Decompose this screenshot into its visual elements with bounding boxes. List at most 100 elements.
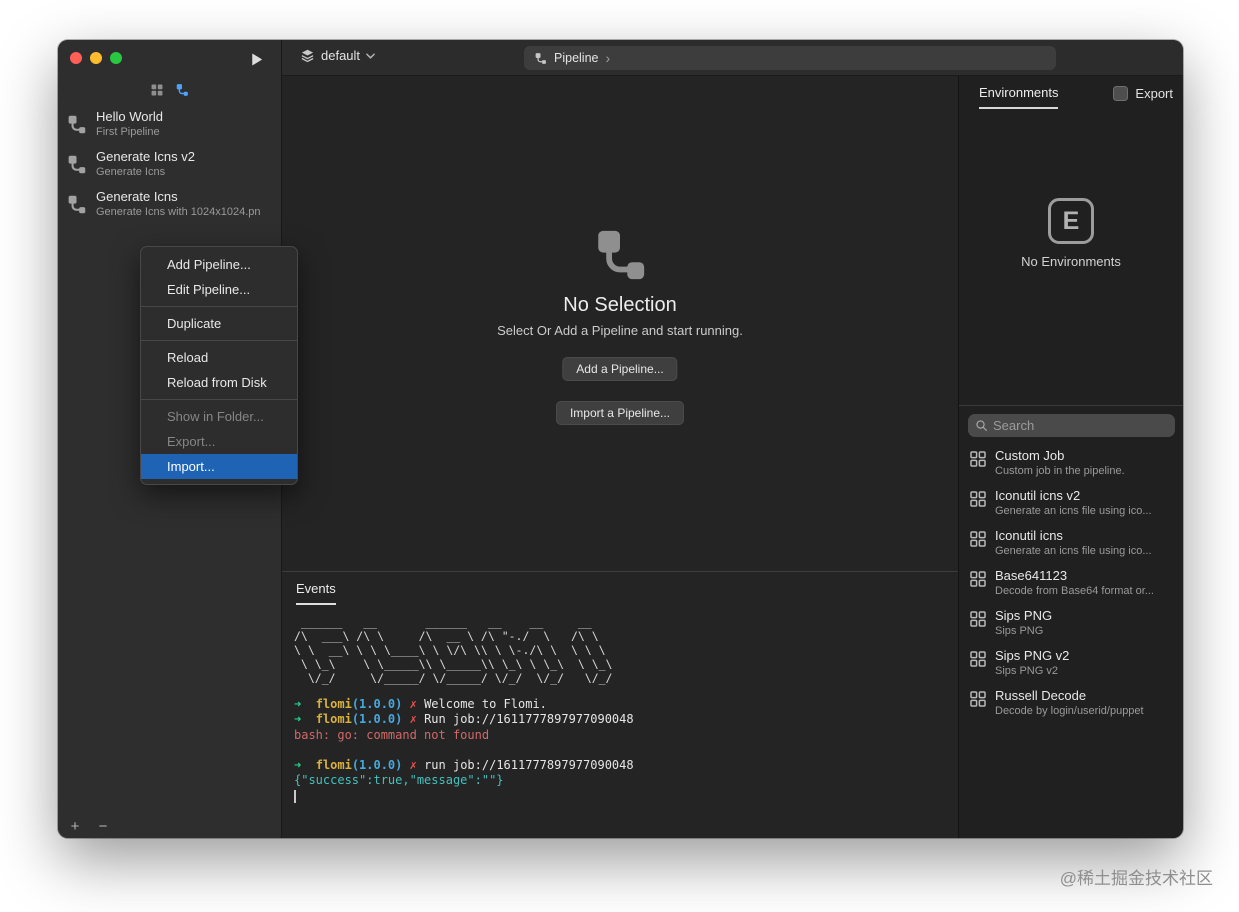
job-subtitle: Custom job in the pipeline.	[995, 465, 1125, 477]
context-menu-item[interactable]: Export...	[141, 429, 297, 454]
pipeline-view-icon[interactable]	[175, 83, 189, 97]
job-title: Iconutil icns v2	[995, 488, 1081, 503]
right-panel: Environments Export E No Environments Cu…	[958, 76, 1183, 838]
pipeline-list-item[interactable]: Hello World First Pipeline	[58, 104, 281, 144]
grid-view-icon[interactable]	[150, 83, 164, 97]
pipeline-list-item[interactable]: Generate Icns Generate Icns with 1024x10…	[58, 184, 281, 224]
breadcrumb-label: Pipeline	[554, 51, 599, 65]
remove-item-button[interactable]: −	[94, 817, 112, 835]
context-menu-item-label: Export...	[167, 434, 216, 449]
job-template-item[interactable]: Iconutil icns v2 Generate an icns file u…	[959, 484, 1183, 524]
events-tab[interactable]: Events	[282, 572, 958, 605]
export-label: Export	[1135, 86, 1173, 101]
breadcrumb[interactable]: Pipeline ›	[524, 46, 1056, 70]
terminal-line: ➜ flomi(1.0.0) ✗ Run job://1611777897977…	[294, 712, 634, 727]
context-menu-item[interactable]: Reload from Disk	[141, 370, 297, 395]
environment-icon-letter: E	[1062, 206, 1080, 235]
terminal-line: ➜ flomi(1.0.0) ✗ Welcome to Flomi.	[294, 697, 547, 711]
environments-empty-state: E No Environments	[959, 198, 1183, 269]
pipeline-icon	[534, 52, 547, 65]
context-menu-item[interactable]: Duplicate	[141, 311, 297, 336]
pipeline-list-item[interactable]: Generate Icns v2 Generate Icns	[58, 144, 281, 184]
add-item-button[interactable]: +	[66, 817, 84, 835]
tab-environments[interactable]: Environments	[979, 85, 1059, 109]
job-title: Base641123	[995, 568, 1068, 583]
pipeline-icon	[66, 114, 87, 135]
job-subtitle: Sips PNG	[995, 625, 1044, 637]
context-menu-item[interactable]: Import...	[141, 454, 297, 479]
job-subtitle: Generate an icns file using ico...	[995, 505, 1152, 517]
menu-separator	[141, 306, 297, 307]
job-grid-icon	[969, 450, 987, 468]
menu-separator	[141, 340, 297, 341]
import-pipeline-button[interactable]: Import a Pipeline...	[555, 401, 685, 425]
job-template-item[interactable]: Base641123 Decode from Base64 format or.…	[959, 564, 1183, 604]
terminal-line: {"success":true,"message":""}	[294, 773, 504, 788]
job-grid-icon	[969, 490, 987, 508]
job-subtitle: Decode by login/userid/puppet	[995, 705, 1144, 717]
events-tab-label: Events	[296, 581, 336, 605]
job-template-item[interactable]: Iconutil icns Generate an icns file usin…	[959, 524, 1183, 564]
minimize-window-button[interactable]	[90, 52, 102, 64]
job-template-item[interactable]: Russell Decode Decode by login/userid/pu…	[959, 684, 1183, 724]
pipeline-subtitle: Generate Icns	[96, 166, 166, 178]
job-grid-icon	[969, 690, 987, 708]
project-name: default	[321, 48, 361, 63]
job-title: Sips PNG v2	[995, 648, 1070, 663]
toolbar: default Pipeline ›	[282, 40, 1183, 76]
zoom-window-button[interactable]	[110, 52, 122, 64]
job-title: Russell Decode	[995, 688, 1087, 703]
context-menu-item[interactable]: Add Pipeline...	[141, 252, 297, 277]
job-title: Iconutil icns	[995, 528, 1063, 543]
job-grid-icon	[969, 650, 987, 668]
search-input[interactable]	[993, 418, 1168, 433]
context-menu-item-label: Edit Pipeline...	[167, 282, 251, 297]
export-checkbox[interactable]	[1113, 86, 1129, 101]
no-selection-icon	[591, 226, 649, 284]
context-menu-item-label: Duplicate	[167, 316, 222, 331]
pipeline-subtitle: First Pipeline	[96, 126, 160, 138]
context-menu-item[interactable]: Show in Folder...	[141, 404, 297, 429]
pipeline-text: Hello World First Pipeline	[96, 109, 163, 139]
watermark: @稀土掘金技术社区	[1059, 869, 1213, 888]
ascii-art: ______ __ ______ __ __ __ /\ ___\ /\ \ /…	[294, 615, 613, 685]
panel-divider	[959, 405, 1183, 406]
add-pipeline-button[interactable]: Add a Pipeline...	[562, 357, 678, 381]
job-template-item[interactable]: Sips PNG Sips PNG	[959, 604, 1183, 644]
job-subtitle: Sips PNG v2	[995, 665, 1058, 677]
main-area: No Selection Select Or Add a Pipeline an…	[282, 76, 958, 838]
job-grid-icon	[969, 570, 987, 588]
pipeline-title: Generate Icns	[96, 189, 178, 204]
search-box	[968, 414, 1175, 437]
chevron-right-icon: ›	[605, 50, 611, 66]
sidebar-footer: + −	[66, 817, 112, 835]
job-template-item[interactable]: Sips PNG v2 Sips PNG v2	[959, 644, 1183, 684]
play-icon	[248, 51, 265, 68]
pipeline-title: Generate Icns v2	[96, 149, 195, 164]
context-menu-item-label: Reload	[167, 350, 209, 365]
stack-icon	[300, 48, 315, 63]
context-menu-item-label: Import...	[167, 459, 215, 474]
project-selector[interactable]: default	[300, 48, 375, 63]
job-template-list: Custom Job Custom job in the pipeline. I…	[959, 444, 1183, 838]
terminal-line: bash: go: command not found	[294, 727, 490, 742]
no-environments-text: No Environments	[1021, 254, 1121, 269]
export-toggle: Export	[1113, 86, 1173, 101]
no-selection-title: No Selection	[563, 294, 677, 316]
context-menu-item[interactable]: Reload	[141, 345, 297, 370]
run-pipeline-button[interactable]	[242, 47, 270, 71]
pipeline-text: Generate Icns Generate Icns with 1024x10…	[96, 189, 261, 219]
terminal-line: ➜ flomi(1.0.0) ✗ run job://1611777897977…	[294, 758, 634, 773]
job-title: Sips PNG	[995, 608, 1053, 623]
close-window-button[interactable]	[70, 52, 82, 64]
job-subtitle: Generate an icns file using ico...	[995, 545, 1152, 557]
search-icon	[975, 419, 988, 432]
context-menu-item[interactable]: Edit Pipeline...	[141, 277, 297, 302]
pipeline-subtitle: Generate Icns with 1024x1024.pn	[96, 206, 261, 218]
context-menu-item-label: Show in Folder...	[167, 409, 264, 424]
context-menu-item-label: Reload from Disk	[167, 375, 267, 390]
job-template-item[interactable]: Custom Job Custom job in the pipeline.	[959, 444, 1183, 484]
pipeline-title: Hello World	[96, 109, 163, 124]
pipeline-text: Generate Icns v2 Generate Icns	[96, 149, 195, 179]
